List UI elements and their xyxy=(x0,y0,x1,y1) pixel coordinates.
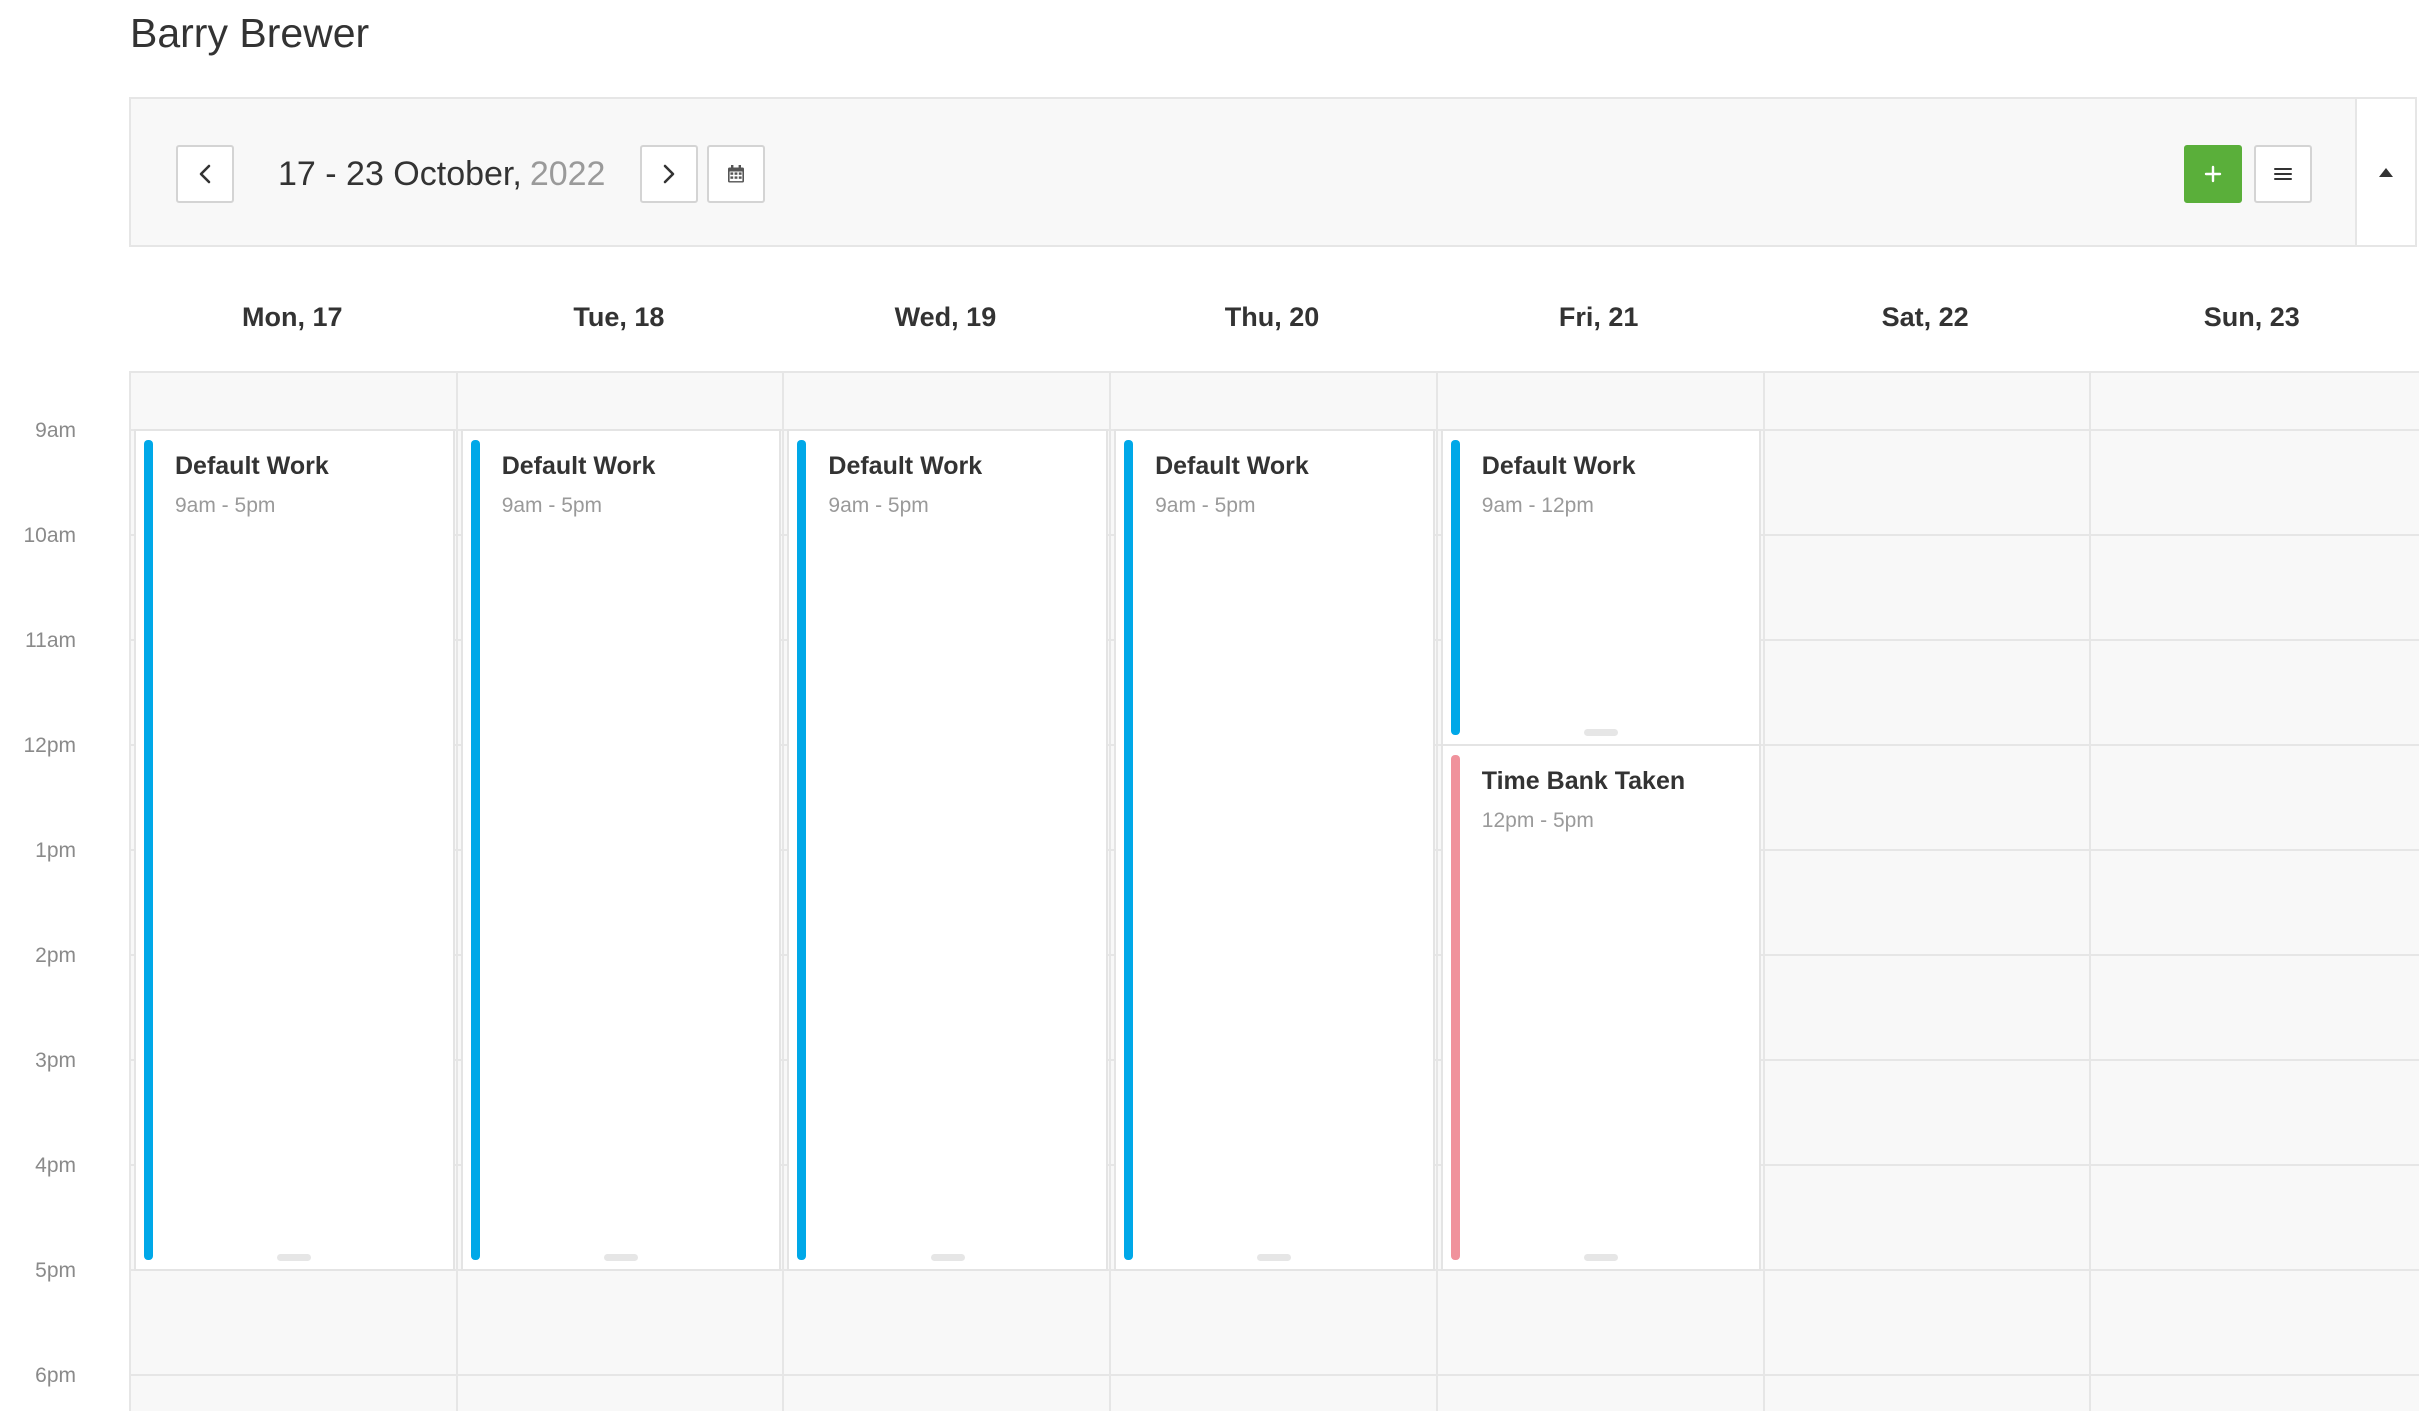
collapse-toolbar-button[interactable] xyxy=(2355,99,2415,245)
event-title: Time Bank Taken xyxy=(1481,767,1686,795)
event-title: Default Work xyxy=(1481,452,1636,480)
day-header[interactable]: Sun, 23 xyxy=(2088,290,2415,350)
event-color-bar xyxy=(470,440,480,1260)
day-column-divider xyxy=(1109,373,1112,1411)
date-picker-button[interactable] xyxy=(707,145,765,203)
event-time: 9am - 5pm xyxy=(828,494,929,517)
chevron-right-icon xyxy=(663,164,675,184)
hour-gridline xyxy=(131,1374,2419,1376)
time-label: 6pm xyxy=(35,1364,76,1387)
date-range-year: 2022 xyxy=(529,154,606,193)
time-label: 3pm xyxy=(35,1049,76,1072)
day-column-divider xyxy=(455,373,458,1411)
event-title: Default Work xyxy=(501,452,656,480)
event-title: Default Work xyxy=(175,452,329,480)
event-color-bar xyxy=(1124,440,1134,1260)
event-time: 9am - 5pm xyxy=(175,494,276,517)
event-resize-handle[interactable] xyxy=(1584,729,1619,736)
day-column-divider xyxy=(1435,373,1438,1411)
calendar-event[interactable]: Default Work 9am - 12pm xyxy=(1440,429,1762,746)
time-label: 10am xyxy=(23,524,76,547)
day-header[interactable]: Wed, 19 xyxy=(782,290,1109,350)
calendar-event[interactable]: Default Work 9am - 5pm xyxy=(460,429,782,1271)
event-time: 12pm - 5pm xyxy=(1481,809,1594,832)
hamburger-menu-icon xyxy=(2274,168,2292,180)
event-time: 9am - 5pm xyxy=(1155,494,1256,517)
calendar-toolbar: 17 - 23 October, 2022 xyxy=(129,97,2417,247)
day-header[interactable]: Fri, 21 xyxy=(1435,290,1762,350)
page-title: Barry Brewer xyxy=(130,10,370,56)
day-column-divider xyxy=(1762,373,1765,1411)
menu-button[interactable] xyxy=(2254,145,2312,203)
event-resize-handle[interactable] xyxy=(1257,1254,1292,1261)
day-column-divider xyxy=(782,373,785,1411)
time-label: 5pm xyxy=(35,1259,76,1282)
day-header[interactable]: Thu, 20 xyxy=(1109,290,1436,350)
time-label: 11am xyxy=(25,629,76,652)
event-color-bar xyxy=(1450,440,1460,735)
day-column-divider xyxy=(2089,373,2092,1411)
calendar-event[interactable]: Time Bank Taken 12pm - 5pm xyxy=(1440,744,1762,1271)
day-header[interactable]: Mon, 17 xyxy=(129,290,456,350)
event-color-bar xyxy=(797,440,807,1260)
event-color-bar xyxy=(144,440,153,1260)
date-range-text: 17 - 23 October, xyxy=(278,154,522,193)
event-title: Default Work xyxy=(828,452,983,480)
event-resize-handle[interactable] xyxy=(1584,1254,1619,1261)
previous-week-button[interactable] xyxy=(176,145,234,203)
date-range-label: 17 - 23 October, 2022 xyxy=(278,145,605,203)
time-label: 2pm xyxy=(35,944,76,967)
event-resize-handle[interactable] xyxy=(277,1254,312,1261)
day-header[interactable]: Sat, 22 xyxy=(1762,290,2089,350)
calendar-icon xyxy=(728,165,744,183)
day-header-row: Mon, 17 Tue, 18 Wed, 19 Thu, 20 Fri, 21 … xyxy=(129,290,2415,350)
caret-up-icon xyxy=(2379,167,2393,177)
time-label: 9am xyxy=(35,419,76,442)
week-grid[interactable]: Default Work 9am - 5pm Default Work 9am - 5… xyxy=(129,371,2419,1411)
add-entry-button[interactable] xyxy=(2184,145,2242,203)
event-color-bar xyxy=(1450,755,1460,1260)
time-label: 12pm xyxy=(23,734,76,757)
event-time: 9am - 5pm xyxy=(501,494,603,517)
event-resize-handle[interactable] xyxy=(930,1254,965,1261)
event-resize-handle[interactable] xyxy=(604,1254,639,1261)
next-week-button[interactable] xyxy=(640,145,698,203)
calendar-event[interactable]: Default Work 9am - 5pm xyxy=(787,429,1109,1271)
event-title: Default Work xyxy=(1155,452,1309,480)
day-header[interactable]: Tue, 18 xyxy=(456,290,783,350)
plus-icon xyxy=(2204,165,2222,183)
event-time: 9am - 12pm xyxy=(1481,494,1594,517)
time-label: 4pm xyxy=(35,1154,76,1177)
time-label: 1pm xyxy=(35,839,76,862)
chevron-left-icon xyxy=(199,164,211,184)
calendar-event[interactable]: Default Work 9am - 5pm xyxy=(1114,429,1435,1271)
calendar-event[interactable]: Default Work 9am - 5pm xyxy=(134,429,455,1271)
